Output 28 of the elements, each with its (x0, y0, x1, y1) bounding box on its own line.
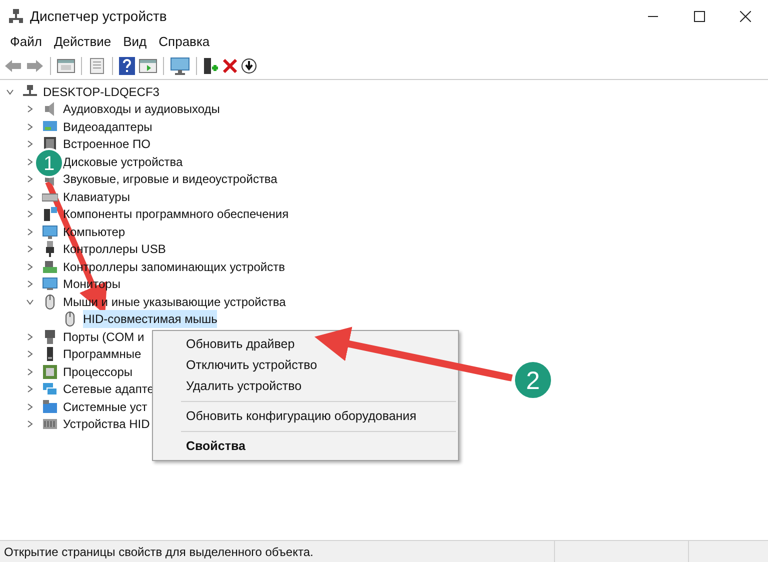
context-menu-item[interactable]: Удалить устройство (186, 376, 302, 397)
tree-item[interactable]: Процессоры (63, 362, 132, 381)
tree-item[interactable]: Компоненты программного обеспечения (63, 205, 289, 224)
menu-item[interactable]: Действие (48, 32, 118, 52)
tree-item[interactable]: Программные (63, 345, 142, 364)
number-badge: 2 (513, 360, 553, 400)
tree-item[interactable]: Клавиатуры (63, 188, 130, 206)
tree-item[interactable]: Аудиовходы и аудиовыходы (63, 100, 220, 118)
tree-item[interactable]: DESKTOP-LDQECF3 (43, 82, 160, 101)
menu-item[interactable]: Вид (117, 32, 153, 52)
tree-item[interactable]: Сетевые адапте (63, 380, 154, 398)
tree-item[interactable]: Видеоадаптеры (63, 118, 152, 136)
context-menu-item[interactable]: Обновить драйвер (186, 334, 295, 355)
context-menu-item[interactable]: Отключить устройство (186, 355, 318, 376)
window-title: Диспетчер устройств (30, 6, 167, 26)
menu-item[interactable]: Файл (4, 32, 48, 52)
context-menu-item[interactable]: Свойства (186, 436, 246, 457)
tree-item[interactable]: Дисковые устройства (63, 152, 183, 171)
tree-item[interactable]: Порты (COM и (63, 328, 144, 346)
status-text: Открытие страницы свойств для выделенного объекта. (3, 544, 314, 560)
tree-item[interactable]: Системные уст (63, 398, 148, 416)
tree-item[interactable]: HID-совместимая мышь (83, 310, 218, 328)
tree-item[interactable]: Звуковые, игровые и видеоустройства (63, 170, 278, 188)
tree-item[interactable]: Устройства HID (63, 415, 150, 434)
context-menu-item[interactable]: Обновить конфигурацию оборудования (186, 406, 416, 427)
number-badge: 1 (34, 148, 64, 178)
tree-item[interactable]: Встроенное ПО (63, 135, 150, 154)
menu-item[interactable]: Справка (152, 32, 216, 52)
